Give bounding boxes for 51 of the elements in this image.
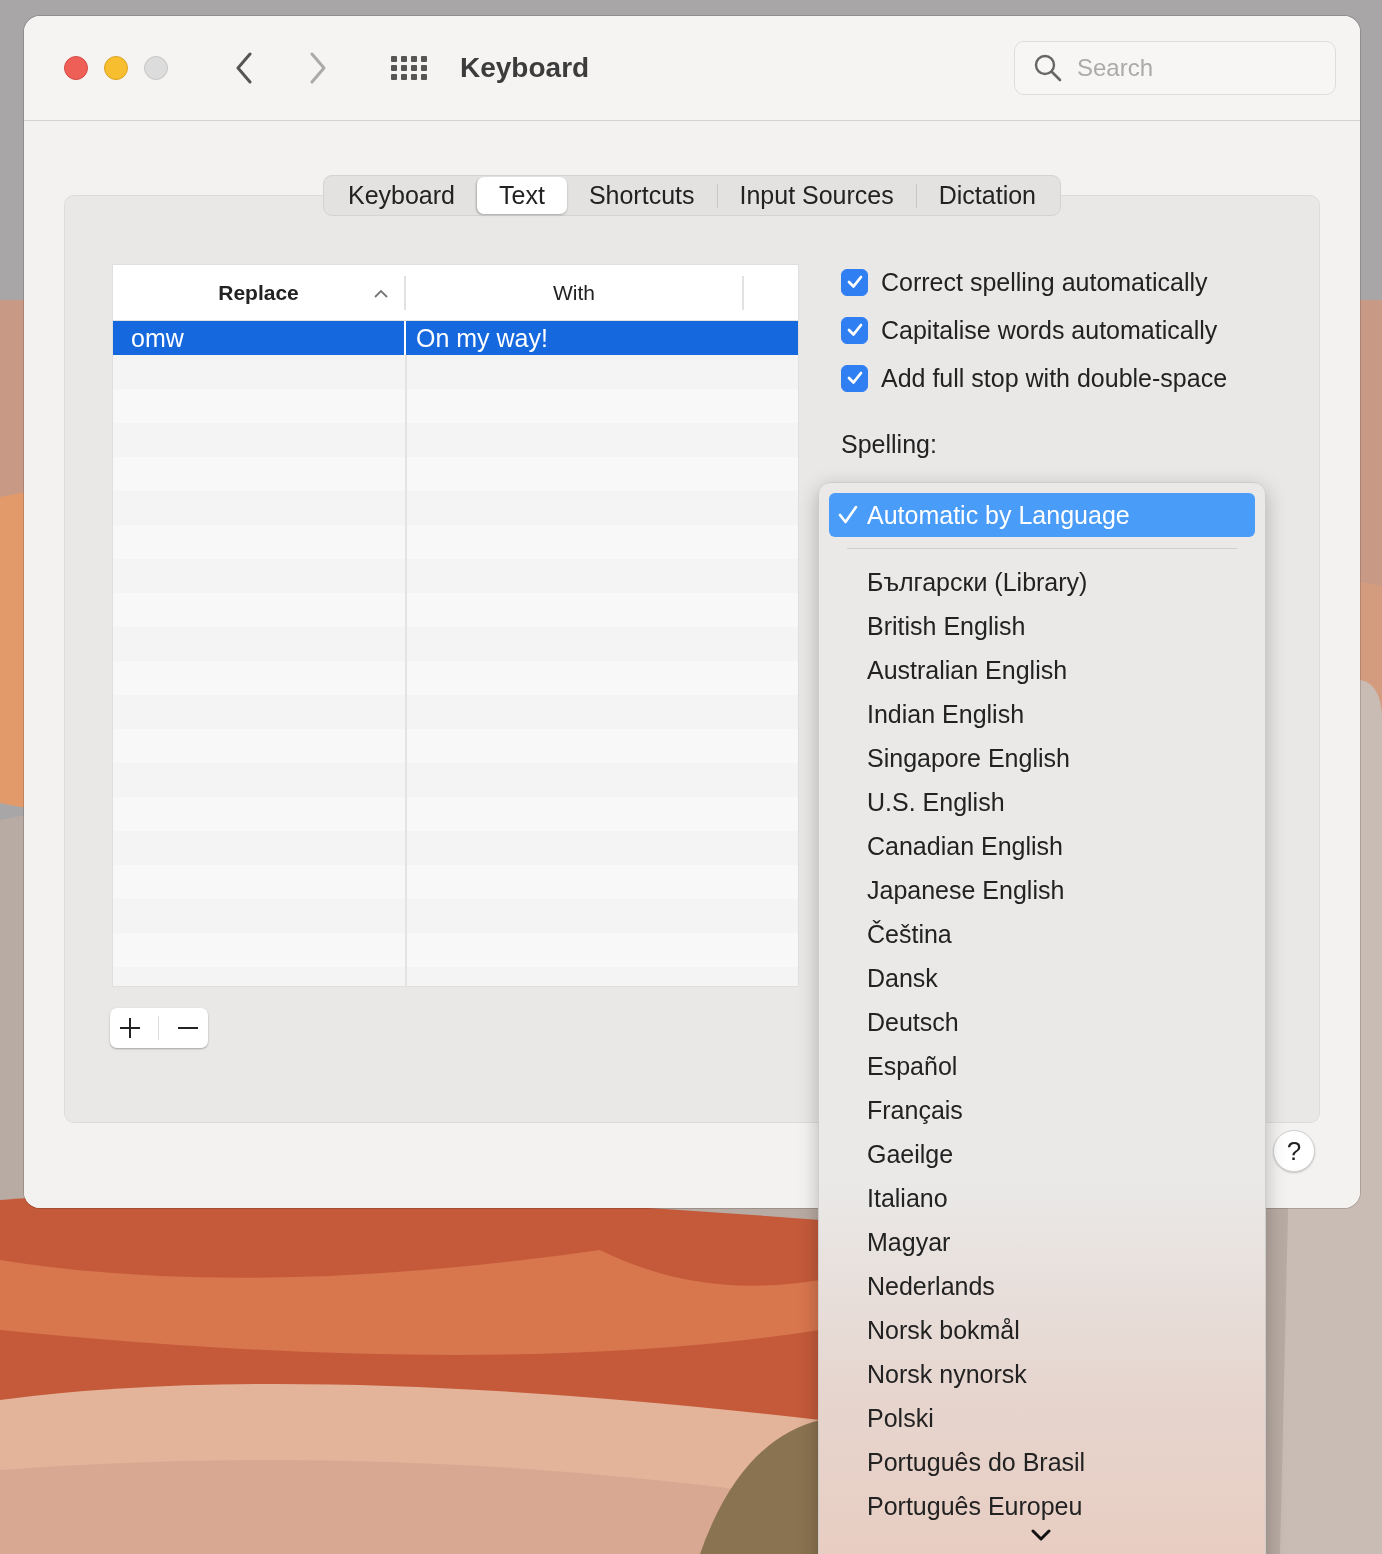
menu-item[interactable]: Nederlands (829, 1264, 1255, 1308)
spelling-label: Spelling: (841, 430, 938, 459)
search-field[interactable]: Search (1014, 41, 1336, 95)
menu-item[interactable]: Polski (829, 1396, 1255, 1440)
scroll-down-icon[interactable] (1031, 1529, 1051, 1541)
checkbox[interactable] (841, 268, 868, 296)
back-icon[interactable] (234, 52, 254, 84)
add-icon[interactable] (118, 1016, 143, 1040)
checkbox-label: Add full stop with double-space (881, 363, 1228, 393)
checkbox-label: Correct spelling automatically (881, 267, 1208, 297)
search-icon (1034, 54, 1062, 82)
window-title: Keyboard (460, 52, 590, 84)
menu-item[interactable]: Français (829, 1088, 1255, 1132)
table-cell-text: On my way! (415, 322, 548, 354)
help-button[interactable]: ? (1273, 1130, 1315, 1172)
column-header[interactable]: Replace (113, 275, 406, 310)
grid-icon[interactable] (390, 55, 428, 81)
menu-item[interactable]: Gaeilge (829, 1132, 1255, 1176)
tab[interactable]: Input Sources (717, 177, 916, 214)
menu-item[interactable]: Singapore English (829, 736, 1255, 780)
menu-item[interactable]: Deutsch (829, 1000, 1255, 1044)
menu-item[interactable]: Português Europeu (829, 1484, 1255, 1528)
menu-item[interactable]: Español (829, 1044, 1255, 1088)
menu-item[interactable]: Português do Brasil (829, 1440, 1255, 1484)
menu-item[interactable]: British English (829, 604, 1255, 648)
checkbox[interactable] (841, 316, 868, 344)
menu-item[interactable]: Italiano (829, 1176, 1255, 1220)
checkbox-label: Capitalise words automatically (881, 315, 1218, 345)
checkbox[interactable] (841, 364, 868, 392)
menu-item[interactable]: Dansk (829, 956, 1255, 1000)
column-header[interactable]: With (406, 275, 744, 310)
close-button[interactable] (64, 56, 88, 80)
menu-item[interactable]: Japanese English (829, 868, 1255, 912)
tab[interactable]: Shortcuts (566, 177, 717, 214)
tab[interactable]: Dictation (916, 177, 1058, 214)
menu-item[interactable]: Norsk bokmål (829, 1308, 1255, 1352)
sort-caret-icon (374, 288, 388, 298)
menu-item[interactable]: Indian English (829, 692, 1255, 736)
forward-icon[interactable] (308, 52, 328, 84)
menu-item[interactable]: Norsk nynorsk (829, 1352, 1255, 1396)
tab[interactable]: Text (477, 177, 567, 214)
minimize-button[interactable] (104, 56, 128, 80)
menu-item[interactable]: U.S. English (829, 780, 1255, 824)
checkmark-icon (838, 505, 858, 525)
tab[interactable]: Keyboard (326, 177, 477, 214)
menu-item[interactable]: Australian English (829, 648, 1255, 692)
table-row[interactable]: omw On my way! (113, 321, 798, 355)
menu-item[interactable]: Български (Library) (829, 560, 1255, 604)
menu-item[interactable]: Magyar (829, 1220, 1255, 1264)
menu-item[interactable]: Čeština (829, 912, 1255, 956)
menu-item[interactable]: Canadian English (829, 824, 1255, 868)
